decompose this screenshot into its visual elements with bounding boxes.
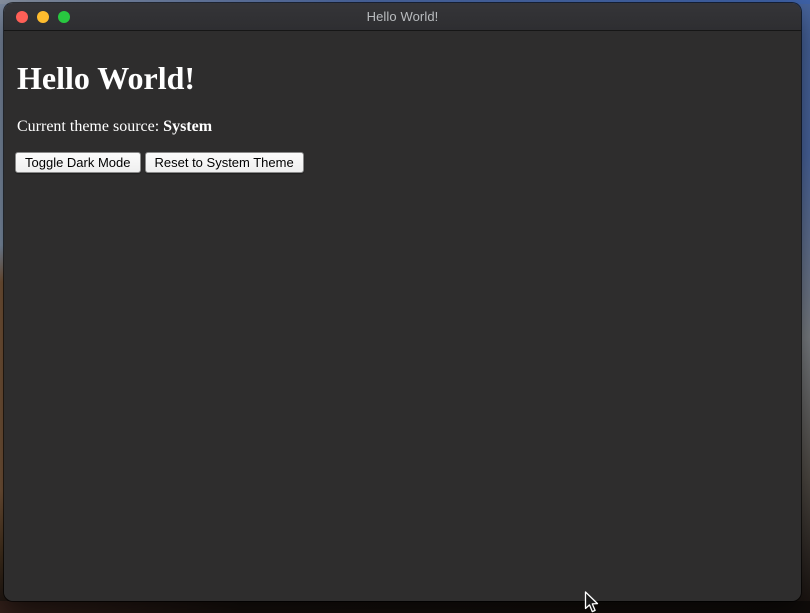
window-title: Hello World! bbox=[4, 9, 801, 24]
toggle-dark-mode-button[interactable]: Toggle Dark Mode bbox=[15, 152, 141, 173]
button-row: Toggle Dark Mode Reset to System Theme bbox=[15, 152, 793, 173]
page-heading: Hello World! bbox=[17, 60, 793, 97]
minimize-button[interactable] bbox=[37, 11, 49, 23]
theme-source-line: Current theme source: System bbox=[17, 118, 793, 136]
theme-source-value: System bbox=[163, 118, 212, 135]
app-window: Hello World! Hello World! Current theme … bbox=[4, 3, 801, 601]
zoom-button[interactable] bbox=[58, 11, 70, 23]
theme-source-label: Current theme source: bbox=[17, 118, 159, 135]
traffic-lights bbox=[16, 3, 70, 30]
window-content: Hello World! Current theme source: Syste… bbox=[4, 31, 801, 601]
titlebar[interactable]: Hello World! bbox=[4, 3, 801, 31]
close-button[interactable] bbox=[16, 11, 28, 23]
reset-to-system-theme-button[interactable]: Reset to System Theme bbox=[145, 152, 304, 173]
desktop-background-bottom-strip bbox=[0, 601, 810, 613]
